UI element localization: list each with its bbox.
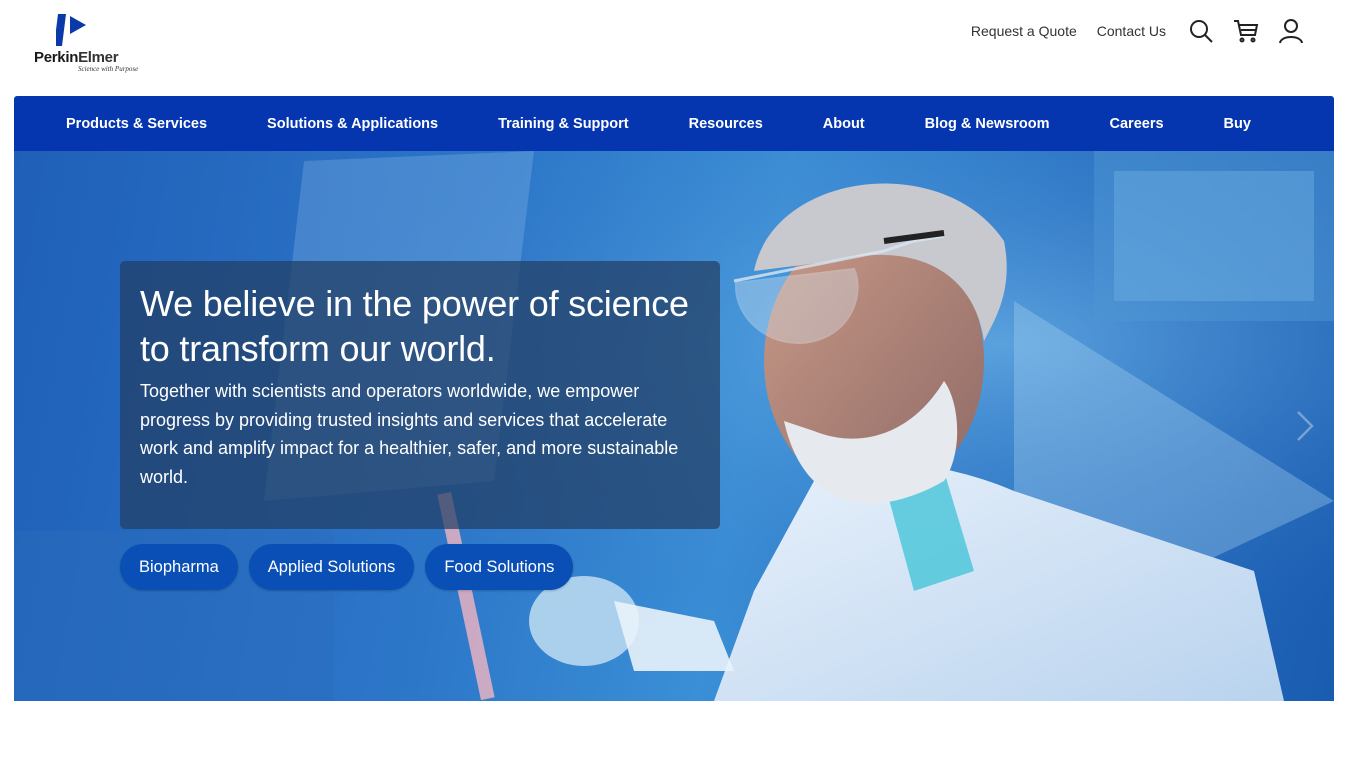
nav-item-solutions-applications[interactable]: Solutions & Applications: [267, 116, 438, 132]
brand-logo[interactable]: PerkinElmer Science with Purpose: [34, 14, 152, 76]
cart-icon[interactable]: [1233, 18, 1259, 44]
logo-wordmark: PerkinElmer: [34, 49, 119, 66]
hero-chip-group: Biopharma Applied Solutions Food Solutio…: [120, 544, 584, 590]
main-nav: Products & Services Solutions & Applicat…: [14, 96, 1334, 151]
hero-title: We believe in the power of science to tr…: [140, 283, 689, 369]
nav-item-resources[interactable]: Resources: [689, 116, 763, 132]
logo-tagline: Science with Purpose: [78, 65, 139, 73]
search-icon[interactable]: [1188, 18, 1214, 44]
request-quote-link[interactable]: Request a Quote: [971, 23, 1077, 39]
nav-item-careers[interactable]: Careers: [1110, 116, 1164, 132]
nav-item-products-services[interactable]: Products & Services: [66, 116, 207, 132]
logo-mark-icon: [56, 14, 86, 46]
site-header: PerkinElmer Science with Purpose Request…: [0, 0, 1360, 96]
chip-applied-solutions[interactable]: Applied Solutions: [248, 544, 415, 590]
utility-bar: Request a Quote Contact Us: [971, 14, 1304, 48]
nav-item-buy[interactable]: Buy: [1224, 116, 1251, 132]
user-icon[interactable]: [1278, 18, 1304, 44]
hero-text-card: We believe in the power of science to tr…: [120, 261, 720, 529]
nav-item-blog-newsroom[interactable]: Blog & Newsroom: [925, 116, 1050, 132]
chip-biopharma[interactable]: Biopharma: [120, 544, 238, 590]
hero-banner: We believe in the power of science to tr…: [14, 151, 1334, 701]
carousel-next-icon[interactable]: [1294, 406, 1316, 446]
chip-food-solutions[interactable]: Food Solutions: [425, 544, 574, 590]
hero-body: Together with scientists and operators w…: [140, 381, 679, 487]
nav-item-training-support[interactable]: Training & Support: [498, 116, 629, 132]
nav-item-about[interactable]: About: [823, 116, 865, 132]
contact-us-link[interactable]: Contact Us: [1097, 23, 1166, 39]
